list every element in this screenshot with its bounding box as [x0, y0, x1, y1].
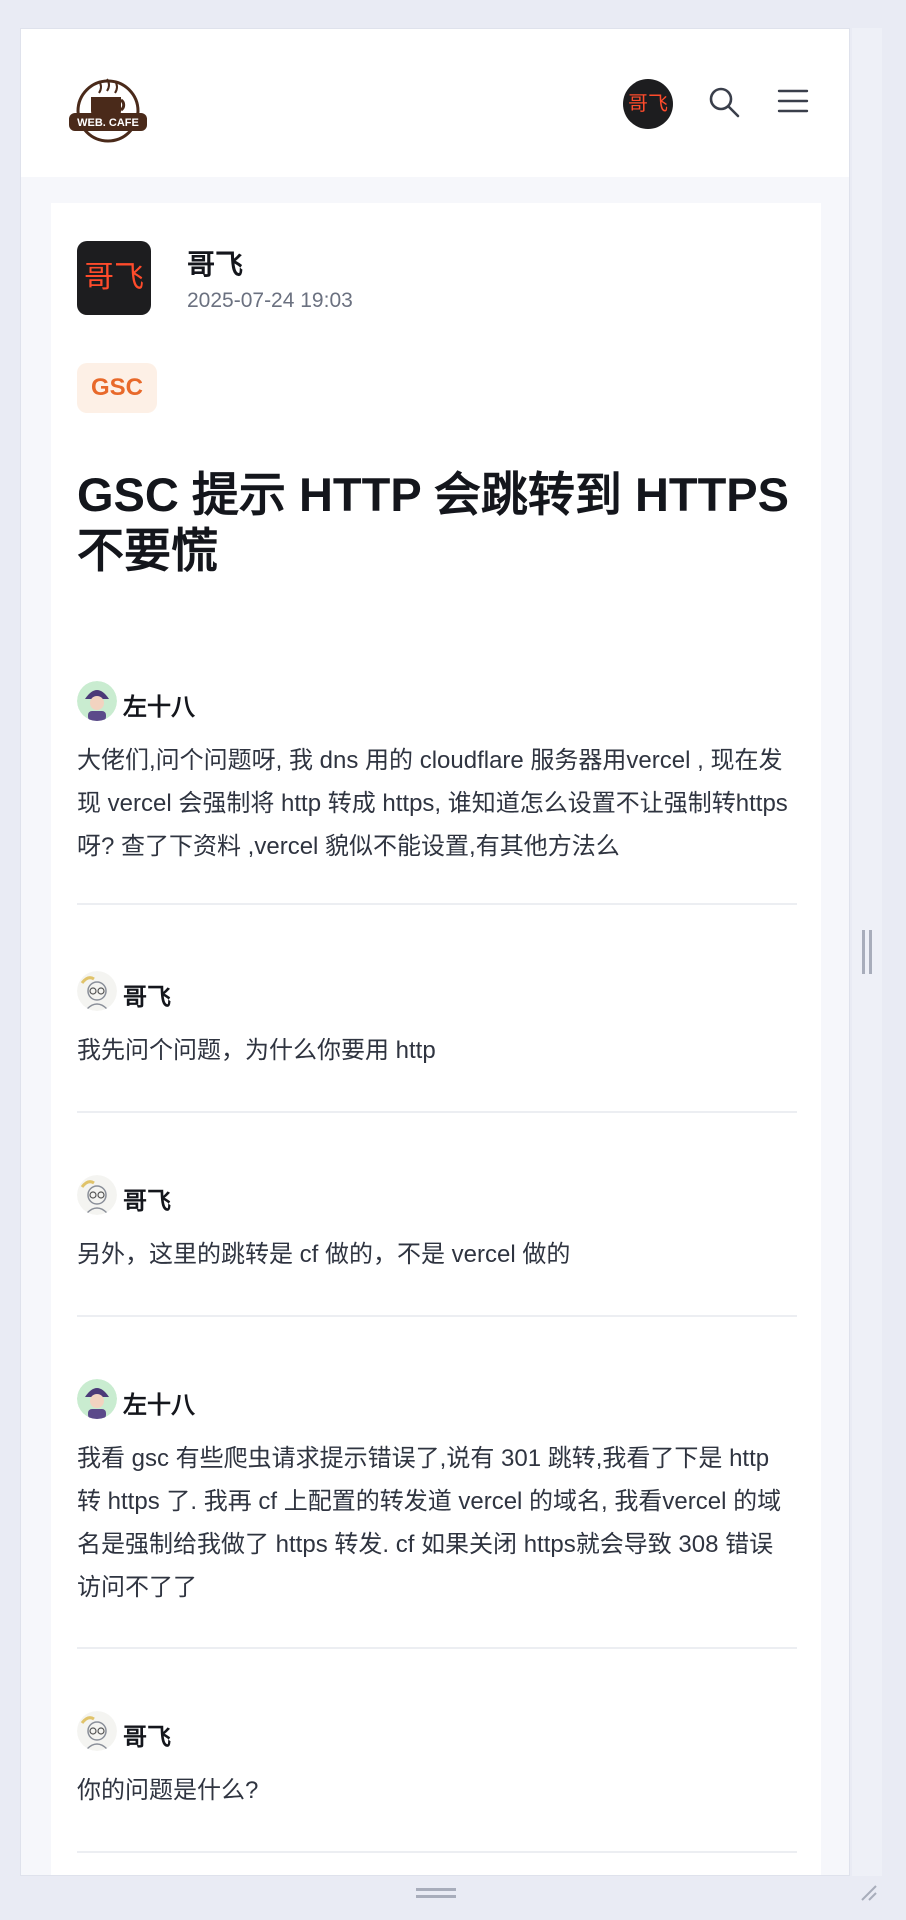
web-cafe-logo[interactable]: WEB. CAFE [69, 67, 147, 145]
reply-author[interactable]: 左十八 [123, 1385, 195, 1420]
avatar-purple-hat-icon[interactable] [77, 681, 117, 721]
avatar-purple-hat-icon[interactable] [77, 1379, 117, 1419]
reply-item: 哥飞 你的问题是什么? [77, 1711, 797, 1853]
search-icon[interactable] [707, 85, 741, 119]
site-header: WEB. CAFE 哥飞 [21, 29, 849, 177]
reply-item: 哥飞 我先问个问题，为什么你要用 http [77, 971, 797, 1113]
avatar-glasses-icon[interactable] [77, 971, 117, 1011]
post-timestamp: 2025-07-24 19:03 [187, 289, 353, 312]
reply-author[interactable]: 哥飞 [123, 1181, 171, 1216]
author-name[interactable]: 哥飞 [187, 243, 243, 283]
avatar-glasses-icon[interactable] [77, 1175, 117, 1215]
user-avatar[interactable]: 哥飞 [623, 79, 673, 129]
reply-text: 我看 gsc 有些爬虫请求提示错误了,说有 301 跳转,我看了下是 http … [77, 1445, 782, 1601]
reply-item: 左十八 大佬们,问个问题呀, 我 dns 用的 cloudflare 服务器用v… [77, 681, 797, 905]
reply-text: 你的问题是什么? [77, 1777, 259, 1804]
reply-item: 哥飞 另外，这里的跳转是 cf 做的，不是 vercel 做的 [77, 1175, 797, 1317]
reply-text: 大佬们,问个问题呀, 我 dns 用的 cloudflare 服务器用verce… [77, 747, 788, 860]
post-card: 哥飞 哥飞 2025-07-24 19:03 GSC GSC 提示 HTTP 会… [51, 203, 821, 1875]
post-tag[interactable]: GSC [77, 363, 158, 413]
side-resize-handle[interactable] [862, 930, 872, 974]
menu-icon[interactable] [777, 87, 809, 115]
reply-text: 我先问个问题，为什么你要用 http [77, 1037, 436, 1064]
reply-text: 另外，这里的跳转是 cf 做的，不是 vercel 做的 [77, 1241, 571, 1268]
reply-author[interactable]: 哥飞 [123, 977, 171, 1012]
app-frame: WEB. CAFE 哥飞 哥飞 哥飞 2025-07-24 19:03 GSC … [20, 28, 850, 1876]
reply-item: 左十八 我看 gsc 有些爬虫请求提示错误了,说有 301 跳转,我看了下是 h… [77, 1379, 797, 1649]
bottom-resize-handle[interactable] [416, 1888, 456, 1898]
resize-corner-icon[interactable] [858, 1882, 878, 1902]
logo-text: WEB. CAFE [77, 117, 139, 129]
post-title: GSC 提示 HTTP 会跳转到 HTTPS 不要慌 [77, 468, 789, 577]
author-avatar[interactable]: 哥飞 [77, 241, 151, 315]
reply-author[interactable]: 哥飞 [123, 1717, 171, 1752]
reply-author[interactable]: 左十八 [123, 687, 195, 722]
avatar-glasses-icon[interactable] [77, 1711, 117, 1751]
